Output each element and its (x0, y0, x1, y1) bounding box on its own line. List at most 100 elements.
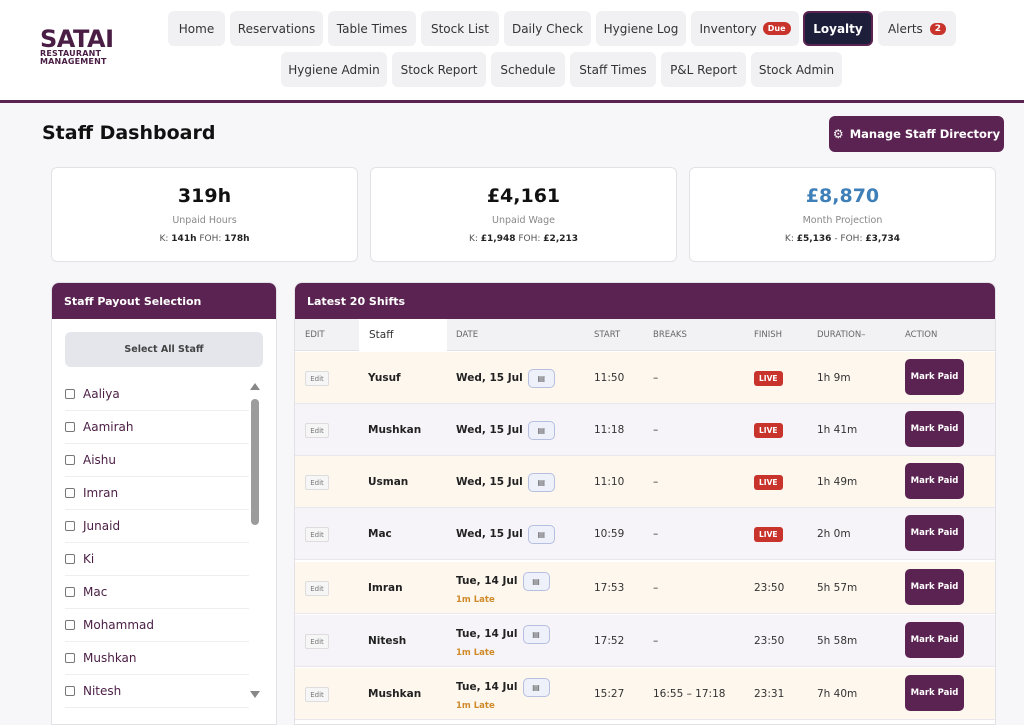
staff-payout-panel: Staff Payout Selection Select All Staff … (51, 282, 277, 725)
nav-table-times[interactable]: Table Times (328, 11, 416, 46)
nav-schedule[interactable]: Schedule (491, 52, 565, 87)
nav-label: Hygiene Log (603, 21, 679, 36)
staff-checkbox[interactable] (65, 686, 75, 696)
k-value: £5,136 (796, 234, 832, 244)
header-date[interactable]: DATE (456, 319, 478, 351)
shift-staff-name: Usman (368, 476, 409, 488)
nav-stock-report[interactable]: Stock Report (392, 52, 486, 87)
staff-checkbox[interactable] (65, 422, 75, 432)
edit-button[interactable]: Edit (305, 423, 329, 438)
mark-paid-button[interactable]: Mark Paid (905, 515, 964, 551)
header-edit[interactable]: EDIT (305, 319, 325, 351)
edit-button[interactable]: Edit (305, 687, 329, 702)
staff-checkbox[interactable] (65, 554, 75, 564)
edit-button[interactable]: Edit (305, 527, 329, 542)
calendar-icon[interactable]: ▤ (527, 472, 555, 492)
stat-card-unpaid-hours: 319h Unpaid Hours K: 141h FOH: 178h (51, 167, 358, 262)
shift-start: 17:52 (594, 635, 625, 647)
header-staff[interactable]: Staff (359, 319, 447, 351)
k-label: K: (468, 234, 481, 244)
live-badge: LIVE (754, 474, 783, 490)
staff-checkbox[interactable] (65, 488, 75, 498)
mark-paid-button[interactable]: Mark Paid (905, 411, 964, 447)
staff-checkbox-item[interactable]: Aaliya (65, 378, 249, 411)
staff-checkbox-item[interactable]: Ki (65, 543, 249, 576)
staff-checkbox[interactable] (65, 653, 75, 663)
nav-stock-list[interactable]: Stock List (421, 11, 499, 46)
shift-start: 15:27 (594, 688, 625, 700)
header-action[interactable]: ACTION (905, 319, 937, 351)
shift-duration: 1h 9m (817, 372, 851, 384)
select-all-staff-button[interactable]: Select All Staff (65, 332, 263, 367)
nav-hygiene-admin[interactable]: Hygiene Admin (281, 52, 387, 87)
shift-duration: 7h 40m (817, 688, 858, 700)
nav-staff-times[interactable]: Staff Times (570, 52, 656, 87)
nav-label: Stock Admin (758, 62, 835, 77)
staff-checkbox-label: Mohammad (83, 618, 155, 632)
staff-checkbox-item[interactable]: Mohammad (65, 609, 249, 642)
nav-label: Home (178, 21, 215, 36)
nav-inventory[interactable]: Inventory Due (691, 11, 799, 46)
header-finish[interactable]: FINISH (754, 319, 782, 351)
staff-checkbox-item[interactable]: Junaid (65, 510, 249, 543)
table-row: Edit Mushkan Wed, 15 Jul ▤ 11:18 – LIVE 1… (295, 404, 995, 456)
brand-logo[interactable]: SATAI RESTAURANT MANAGEMENT (40, 27, 130, 66)
staff-checkbox[interactable] (65, 521, 75, 531)
edit-button[interactable]: Edit (305, 581, 329, 596)
staff-checkbox[interactable] (65, 455, 75, 465)
calendar-icon[interactable]: ▤ (527, 524, 555, 544)
mark-paid-button[interactable]: Mark Paid (905, 569, 964, 605)
nav-stock-admin[interactable]: Stock Admin (751, 52, 842, 87)
mark-paid-button[interactable]: Mark Paid (905, 675, 964, 711)
staff-checkbox-item[interactable]: Aishu (65, 444, 249, 477)
staff-list-scrollbar[interactable] (250, 383, 260, 701)
staff-checkbox-label: Junaid (83, 519, 121, 533)
staff-checkbox[interactable] (65, 389, 75, 399)
staff-payout-title: Staff Payout Selection (52, 283, 276, 319)
edit-button[interactable]: Edit (305, 634, 329, 649)
shift-finish: 23:50 (754, 582, 785, 594)
calendar-icon[interactable]: ▤ (522, 677, 550, 697)
header-start[interactable]: START (594, 319, 620, 351)
gear-icon: ⚙ (832, 127, 844, 141)
nav-home[interactable]: Home (168, 11, 225, 46)
nav-reservations[interactable]: Reservations (230, 11, 323, 46)
scrollbar-thumb[interactable] (251, 399, 259, 525)
calendar-icon[interactable]: ▤ (522, 624, 550, 644)
live-badge: LIVE (754, 370, 783, 386)
edit-button[interactable]: Edit (305, 475, 329, 490)
nav-daily-check[interactable]: Daily Check (504, 11, 591, 46)
header-breaks[interactable]: BREAKS (653, 319, 687, 351)
staff-checkbox-label: Aaliya (83, 387, 120, 401)
shift-date: Wed, 15 Jul (456, 528, 523, 540)
mark-paid-button[interactable]: Mark Paid (905, 622, 964, 658)
shift-staff-name: Nitesh (368, 635, 407, 647)
staff-checkbox-item[interactable]: Imran (65, 477, 249, 510)
late-indicator: 1m Late (456, 700, 495, 711)
staff-checkbox-item[interactable]: Nitesh (65, 675, 249, 708)
staff-checkbox-item[interactable]: Aamirah (65, 411, 249, 444)
staff-checkbox[interactable] (65, 587, 75, 597)
staff-checkbox-item[interactable]: Mac (65, 576, 249, 609)
nav-hygiene-log[interactable]: Hygiene Log (596, 11, 686, 46)
staff-checkbox[interactable] (65, 620, 75, 630)
scroll-up-arrow-icon[interactable] (250, 383, 260, 390)
stat-value: 319h (177, 185, 232, 207)
mark-paid-button[interactable]: Mark Paid (905, 359, 964, 395)
staff-checkbox-item[interactable]: Mushkan (65, 642, 249, 675)
calendar-icon[interactable]: ▤ (527, 368, 555, 388)
live-badge: LIVE (754, 422, 783, 438)
stat-breakdown: K: £5,136 - FOH: £3,734 (690, 234, 995, 244)
nav-alerts[interactable]: Alerts 2 (878, 11, 956, 46)
calendar-icon[interactable]: ▤ (522, 571, 550, 591)
calendar-icon[interactable]: ▤ (527, 420, 555, 440)
scroll-down-arrow-icon[interactable] (250, 691, 260, 698)
nav-pl-report[interactable]: P&L Report (661, 52, 746, 87)
nav-loyalty[interactable]: Loyalty (803, 11, 873, 46)
shift-breaks: – (653, 372, 659, 384)
mark-paid-button[interactable]: Mark Paid (905, 463, 964, 499)
header-duration[interactable]: DURATION– (817, 319, 865, 351)
manage-staff-directory-button[interactable]: ⚙ Manage Staff Directory (829, 116, 1004, 152)
nav-label: P&L Report (670, 62, 737, 77)
edit-button[interactable]: Edit (305, 371, 329, 386)
